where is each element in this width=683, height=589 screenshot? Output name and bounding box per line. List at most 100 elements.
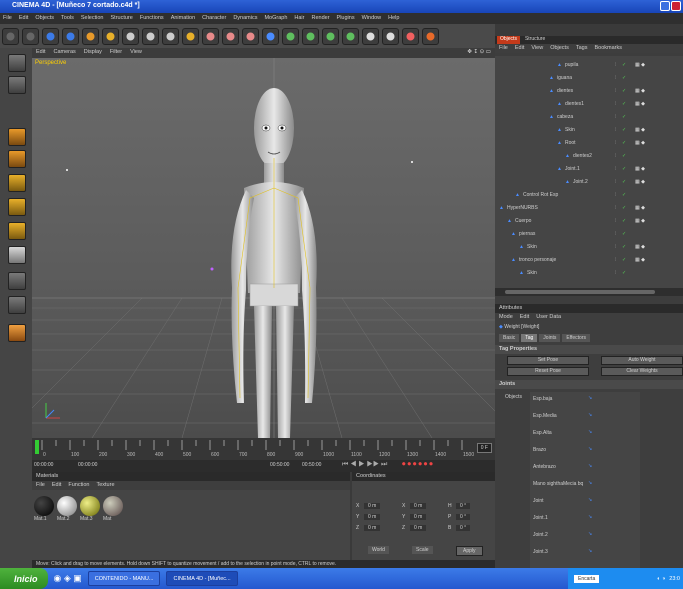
joint-row[interactable]: Joint ↘: [530, 496, 640, 507]
visibility-dots-icon[interactable]: ⁞: [615, 140, 616, 146]
object-tags-icon[interactable]: ▦ ◆: [635, 88, 645, 94]
object-tags-icon[interactable]: ▦ ◆: [635, 257, 645, 263]
coord-value-field[interactable]: 0 °: [456, 503, 471, 509]
menu-file[interactable]: File: [3, 15, 12, 24]
om-menu-objects[interactable]: Objects: [550, 45, 569, 53]
coord-mode-select[interactable]: World: [368, 546, 389, 554]
joint-row[interactable]: Joint.1 ↘: [530, 513, 640, 524]
visibility-dots-icon[interactable]: ⁞: [615, 62, 616, 68]
menu-render[interactable]: Render: [312, 15, 330, 24]
object-list[interactable]: ▲ pupila ⁞ ✓ ▦ ◆ ▲ iguana ⁞ ✓ ▲ dientes ⁞ ✓ ▦ ◆ ▲ dient…: [495, 56, 683, 296]
visibility-dots-icon[interactable]: ⁞: [615, 192, 616, 198]
joint-row[interactable]: Esp.Media ↘: [530, 411, 640, 422]
menu-help[interactable]: Help: [388, 15, 399, 24]
mat-menu-function[interactable]: Function: [68, 482, 89, 490]
enabled-check-icon[interactable]: ✓: [622, 270, 626, 276]
coordinate-system-icon[interactable]: [182, 27, 199, 45]
coord-value-field[interactable]: 0 °: [456, 514, 471, 520]
coord-value-field[interactable]: 0 m: [410, 514, 427, 520]
uv-polygons-icon[interactable]: [8, 222, 26, 240]
coord-value-field[interactable]: 0 m: [364, 514, 381, 520]
om-menu-file[interactable]: File: [499, 45, 508, 53]
object-row[interactable]: ▲ dientes1 ⁞ ✓ ▦ ◆: [495, 99, 683, 109]
visibility-dots-icon[interactable]: ⁞: [615, 205, 616, 211]
om-menu-view[interactable]: View: [531, 45, 543, 53]
visibility-dots-icon[interactable]: ⁞: [615, 153, 616, 159]
array-icon[interactable]: [302, 27, 319, 45]
render-view-icon[interactable]: [202, 27, 219, 45]
visibility-dots-icon[interactable]: ⁞: [615, 75, 616, 81]
enabled-check-icon[interactable]: ✓: [622, 231, 626, 237]
tray-icons[interactable]: ◐ ◑: [657, 576, 665, 582]
visibility-dots-icon[interactable]: ⁞: [615, 257, 616, 263]
enabled-check-icon[interactable]: ✓: [622, 127, 626, 133]
visibility-dots-icon[interactable]: ⁞: [615, 218, 616, 224]
enabled-check-icon[interactable]: ✓: [622, 140, 626, 146]
time-end-2[interactable]: 00:50:00: [302, 462, 321, 468]
attr-menu-userdata[interactable]: User Data: [536, 314, 561, 322]
mat-menu-texture[interactable]: Texture: [96, 482, 114, 490]
object-tags-icon[interactable]: ▦ ◆: [635, 140, 645, 146]
set-pose-button[interactable]: Set Pose: [507, 356, 589, 365]
tweak-icon[interactable]: [8, 324, 26, 342]
object-row[interactable]: ▲ cabeza ⁞ ✓: [495, 112, 683, 122]
encarta-search[interactable]: Encarta: [574, 574, 600, 583]
enabled-check-icon[interactable]: ✓: [622, 192, 626, 198]
tab-objects[interactable]: Objects: [497, 36, 520, 44]
close-button[interactable]: [671, 1, 681, 11]
joint-row[interactable]: Esp.baja ↘: [530, 394, 640, 405]
visibility-dots-icon[interactable]: ⁞: [615, 179, 616, 185]
nurbs-icon[interactable]: [282, 27, 299, 45]
vp-menu-view[interactable]: View: [130, 49, 142, 58]
taskbar-item-contenido[interactable]: CONTENIDO - MANU...: [87, 571, 161, 586]
joint-list[interactable]: Esp.baja ↘ Esp.Media ↘ Esp.Alta ↘ Brazo ↘ Antebr…: [530, 392, 640, 568]
mat-menu-edit[interactable]: Edit: [52, 482, 61, 490]
enabled-check-icon[interactable]: ✓: [622, 153, 626, 159]
visibility-dots-icon[interactable]: ⁞: [615, 270, 616, 276]
joint-row[interactable]: Joint.3 ↘: [530, 547, 640, 558]
object-row[interactable]: ▲ tronco personaje ⁞ ✓ ▦ ◆: [495, 255, 683, 265]
object-row[interactable]: ▲ Joint.2 ⁞ ✓ ▦ ◆: [495, 177, 683, 187]
material-swatch-4[interactable]: Mat: [103, 496, 123, 522]
menu-mograph[interactable]: MoGraph: [264, 15, 287, 24]
attr-menu-edit[interactable]: Edit: [520, 314, 529, 322]
menu-plugins[interactable]: Plugins: [337, 15, 355, 24]
deformer-icon[interactable]: [322, 27, 339, 45]
scale-icon[interactable]: [82, 27, 99, 45]
object-tags-icon[interactable]: ▦ ◆: [635, 205, 645, 211]
object-row[interactable]: ▲ iguana ⁞ ✓: [495, 73, 683, 83]
enabled-check-icon[interactable]: ✓: [622, 75, 626, 81]
object-tags-icon[interactable]: ▦ ◆: [635, 166, 645, 172]
om-menu-bookmarks[interactable]: Bookmarks: [594, 45, 622, 53]
z-axis-icon[interactable]: [162, 27, 179, 45]
redo-icon[interactable]: [22, 27, 39, 45]
visibility-dots-icon[interactable]: ⁞: [615, 244, 616, 250]
tab-effectors[interactable]: Effectors: [562, 334, 590, 342]
time-end-1[interactable]: 00:50:00: [270, 462, 289, 468]
object-tags-icon[interactable]: ▦ ◆: [635, 218, 645, 224]
vp-menu-edit[interactable]: Edit: [36, 49, 45, 58]
coord-value-field[interactable]: 0 m: [364, 525, 381, 531]
om-menu-edit[interactable]: Edit: [515, 45, 524, 53]
quicklaunch-icons[interactable]: ◉ ◈ ▣: [54, 573, 82, 584]
live-select-icon[interactable]: [42, 27, 59, 45]
vp-menu-cameras[interactable]: Cameras: [53, 49, 75, 58]
enabled-check-icon[interactable]: ✓: [622, 88, 626, 94]
frame-field[interactable]: 0 F: [476, 443, 492, 453]
enabled-check-icon[interactable]: ✓: [622, 257, 626, 263]
x-axis-icon[interactable]: [122, 27, 139, 45]
bones-icon[interactable]: [422, 27, 439, 45]
vp-menu-display[interactable]: Display: [84, 49, 102, 58]
object-row[interactable]: ▲ Joint.1 ⁞ ✓ ▦ ◆: [495, 164, 683, 174]
menu-structure[interactable]: Structure: [111, 15, 133, 24]
joint-row[interactable]: Mano sighthaMecia bq ↘: [530, 479, 640, 490]
object-row[interactable]: ▲ Skin ⁞ ✓ ▦ ◆: [495, 242, 683, 252]
enabled-check-icon[interactable]: ✓: [622, 179, 626, 185]
visibility-dots-icon[interactable]: ⁞: [615, 166, 616, 172]
object-tags-icon[interactable]: ▦ ◆: [635, 62, 645, 68]
timeline-ruler[interactable]: 0 100 200 300 400 500 600 700 800 900 1000 1100 1200…: [32, 438, 495, 460]
camera-icon[interactable]: [362, 27, 379, 45]
y-axis-icon[interactable]: [142, 27, 159, 45]
coord-value-field[interactable]: 0 m: [364, 503, 381, 509]
material-swatch-3[interactable]: Mat.3: [80, 496, 100, 522]
